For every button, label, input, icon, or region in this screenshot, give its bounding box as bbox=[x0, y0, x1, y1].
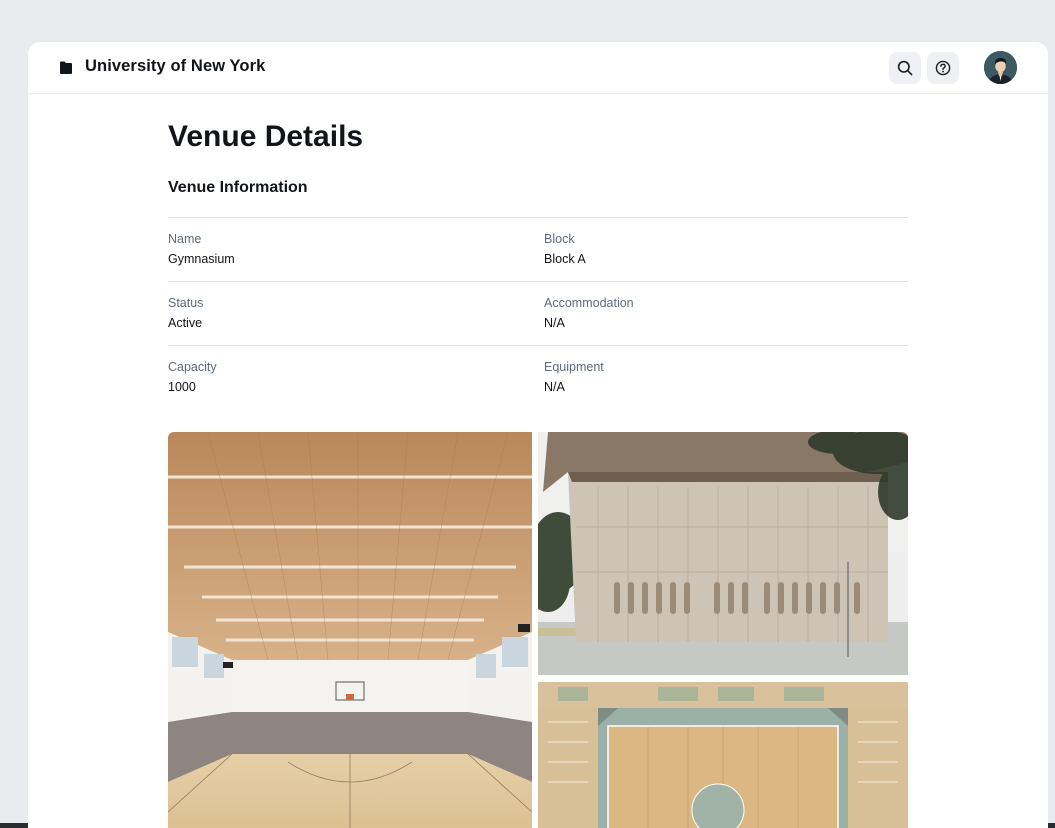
page-title: Venue Details bbox=[168, 120, 364, 153]
field-value: N/A bbox=[544, 380, 565, 394]
info-row: Name Gymnasium Block Block A bbox=[168, 217, 908, 281]
field-label: Capacity bbox=[168, 360, 217, 374]
search-icon bbox=[897, 60, 913, 76]
user-avatar[interactable] bbox=[984, 51, 1017, 84]
field-label: Status bbox=[168, 296, 204, 310]
info-row: Capacity 1000 Equipment N/A bbox=[168, 345, 908, 409]
photo-gallery bbox=[168, 432, 908, 828]
field-value: 1000 bbox=[168, 380, 196, 394]
info-row: Status Active Accommodation N/A bbox=[168, 281, 908, 345]
field-label: Equipment bbox=[544, 360, 604, 374]
field-equipment: Equipment N/A bbox=[544, 359, 604, 395]
help-icon bbox=[935, 60, 951, 76]
org-name[interactable]: University of New York bbox=[85, 57, 265, 76]
section-title: Venue Information bbox=[168, 179, 308, 196]
app-window: University of New York Venue Details Ven… bbox=[28, 42, 1048, 828]
gym-exterior-image bbox=[538, 432, 908, 675]
gym-interior-image bbox=[168, 432, 532, 828]
field-label: Accommodation bbox=[544, 296, 634, 310]
help-button[interactable] bbox=[927, 52, 959, 84]
venue-info-grid: Name Gymnasium Block Block A Status Acti… bbox=[168, 217, 908, 409]
field-label: Block bbox=[544, 232, 575, 246]
gym-exterior-photo[interactable] bbox=[538, 432, 908, 675]
field-name: Name Gymnasium bbox=[168, 231, 235, 267]
field-accommodation: Accommodation N/A bbox=[544, 295, 634, 331]
field-value: Gymnasium bbox=[168, 252, 235, 266]
field-value: N/A bbox=[544, 316, 565, 330]
field-capacity: Capacity 1000 bbox=[168, 359, 217, 395]
top-bar: University of New York bbox=[28, 42, 1048, 94]
gym-floor-plan-photo[interactable] bbox=[538, 682, 908, 828]
avatar-icon bbox=[984, 51, 1017, 84]
gym-interior-photo[interactable] bbox=[168, 432, 532, 828]
field-block: Block Block A bbox=[544, 231, 586, 267]
folder-icon bbox=[60, 61, 72, 74]
field-status: Status Active bbox=[168, 295, 203, 331]
search-button[interactable] bbox=[889, 52, 921, 84]
field-value: Block A bbox=[544, 252, 586, 266]
field-label: Name bbox=[168, 232, 202, 246]
field-value: Active bbox=[168, 316, 203, 330]
gym-floor-plan-image bbox=[538, 682, 908, 828]
